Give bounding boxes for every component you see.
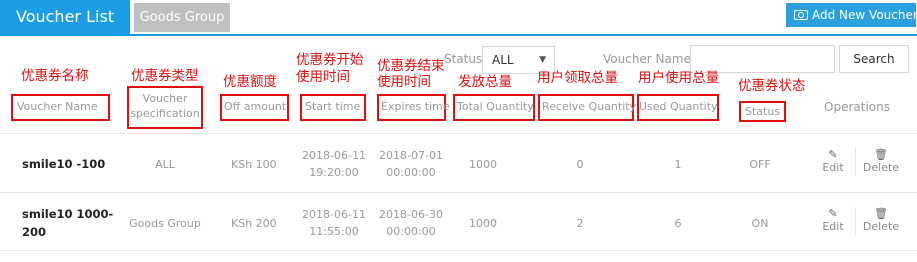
row-end-date: 2018-07-01 [379, 149, 443, 162]
edit-label: Edit [822, 220, 844, 233]
search-button[interactable]: Search [839, 45, 909, 73]
row-voucher-name: smile10 -100 [22, 157, 106, 171]
column-header-used-quantity: Used Quantity [637, 94, 719, 121]
row-voucher-name-line2: 200 [22, 225, 47, 239]
delete-label: Delete [862, 220, 900, 233]
row-end-time: 00:00:00 [386, 166, 436, 179]
voucher-icon [794, 10, 808, 20]
annotation-total-quantity: 发放总量 [458, 74, 512, 90]
column-header-voucher-specification-line1: Voucher [142, 92, 188, 105]
row-start-time: 11:55:00 [309, 225, 359, 238]
column-header-total-quantity: Total Quantity [453, 94, 535, 121]
column-header-receive-quantity: Receive Quantity [538, 94, 636, 121]
annotation-start-time-line1: 优惠券开始 [296, 52, 364, 68]
row-receive-quantity: 2 [576, 217, 584, 230]
annotation-start-time-line2: 使用时间 [296, 69, 350, 85]
row-end-date: 2018-06-30 [379, 208, 443, 221]
row-voucher-spec: Goods Group [129, 217, 201, 230]
annotation-status: 优惠券状态 [738, 78, 806, 94]
edit-icon: ✎ [828, 148, 838, 161]
row-total-quantity: 1000 [469, 158, 497, 171]
edit-button[interactable]: ✎ Edit [813, 207, 853, 233]
add-new-voucher-button[interactable]: Add New Voucher [786, 3, 917, 27]
row-start-time: 19:20:00 [309, 166, 359, 179]
row-voucher-spec: ALL [155, 158, 175, 171]
column-header-expires-time: Expires time [377, 94, 450, 121]
row-total-quantity: 1000 [469, 217, 497, 230]
voucher-name-filter-label: Voucher Name [603, 52, 691, 66]
row-status: OFF [749, 158, 771, 171]
edit-icon: ✎ [828, 207, 838, 220]
voucher-name-input[interactable] [690, 45, 835, 73]
operations-divider [855, 148, 856, 176]
annotation-receive-quantity: 用户领取总量 [537, 70, 618, 86]
column-header-operations: Operations [824, 100, 890, 114]
row-voucher-name-line1: smile10 1000- [22, 207, 114, 221]
trash-icon: 🗑 [874, 148, 888, 161]
annotation-voucher-name: 优惠券名称 [21, 68, 89, 84]
tab-voucher-list[interactable]: Voucher List [0, 0, 130, 34]
annotation-expires-time-line1: 优惠券结束 [377, 58, 445, 74]
column-header-voucher-specification-line2: specification [130, 107, 200, 120]
annotation-voucher-spec: 优惠券类型 [131, 68, 199, 84]
row-end-time: 00:00:00 [386, 225, 436, 238]
annotation-off-amount: 优惠额度 [223, 74, 277, 90]
row-start-date: 2018-06-11 [302, 149, 366, 162]
column-header-off-amount: Off amount [220, 94, 289, 121]
trash-icon: 🗑 [874, 207, 888, 220]
status-filter-label: Status [444, 52, 483, 66]
annotation-used-quantity: 用户使用总量 [638, 70, 719, 86]
header-divider [0, 133, 917, 134]
tab-bar: Voucher List Goods Group Add New Voucher [0, 0, 917, 36]
column-header-start-time: Start time [300, 94, 366, 121]
edit-label: Edit [822, 161, 844, 174]
annotation-expires-time-line2: 使用时间 [377, 74, 431, 90]
delete-label: Delete [862, 161, 900, 174]
column-header-voucher-specification: Voucher specification [127, 86, 203, 129]
delete-button[interactable]: 🗑 Delete [861, 207, 901, 233]
row-receive-quantity: 0 [576, 158, 584, 171]
delete-button[interactable]: 🗑 Delete [861, 148, 901, 174]
edit-button[interactable]: ✎ Edit [813, 148, 853, 174]
row-divider [0, 250, 917, 251]
row-start-date: 2018-06-11 [302, 208, 366, 221]
row-status: ON [751, 217, 769, 230]
column-header-status: Status [739, 101, 786, 122]
row-used-quantity: 6 [674, 217, 682, 230]
row-divider [0, 192, 917, 193]
row-off-amount: KSh 200 [231, 217, 277, 230]
status-select-value: ALL [492, 53, 514, 67]
operations-divider [855, 207, 856, 235]
row-off-amount: KSh 100 [231, 158, 277, 171]
add-new-voucher-label: Add New Voucher [812, 8, 917, 22]
row-used-quantity: 1 [674, 158, 682, 171]
column-header-voucher-name: Voucher Name [11, 94, 110, 121]
tab-goods-group[interactable]: Goods Group [134, 3, 230, 32]
